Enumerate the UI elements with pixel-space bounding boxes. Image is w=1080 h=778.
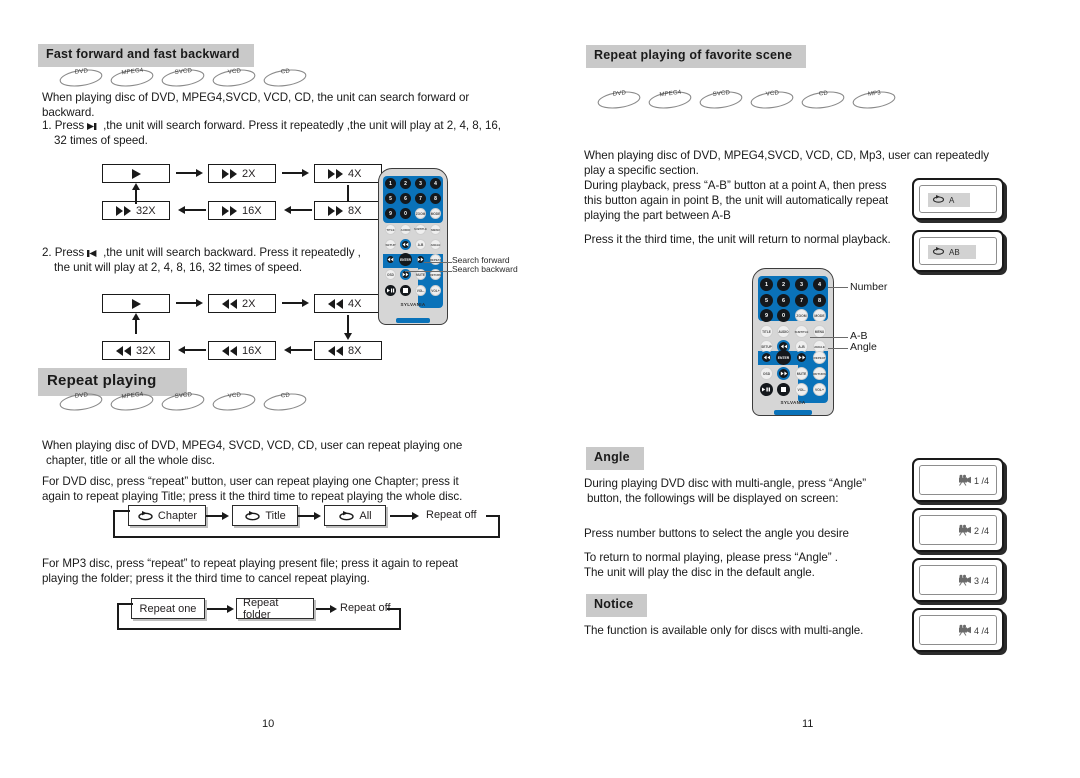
- osd-angle-label: 4 /4: [973, 626, 989, 636]
- favorite-paragraph-2-line1: During playback, press “A-B” button at a…: [584, 179, 887, 192]
- remote-key-6: 6: [777, 294, 790, 307]
- osd-screen-angle-1: 1 /4: [912, 458, 1004, 502]
- remote-key-mode: MODE: [813, 309, 826, 322]
- remote-key-9: 9: [760, 309, 773, 322]
- remote-brand-label: SYLVANIA: [780, 400, 806, 405]
- remote-key-zoom: ZOOM: [795, 309, 808, 322]
- remote-key-0: 0: [777, 309, 790, 322]
- cycle-label-repeat-off: Repeat off: [340, 602, 391, 614]
- osd-screen-repeat-a: A: [912, 178, 1004, 220]
- disc-badge-svcd: SVCD: [698, 90, 745, 110]
- right-page: Repeat playing of favorite scene DVD MPE…: [540, 0, 1080, 778]
- left-page: Fast forward and fast backward DVD MPEG4…: [0, 0, 540, 778]
- page-number-left: 10: [262, 718, 275, 730]
- remote-base: [774, 410, 812, 415]
- angle-paragraph-3-line1: To return to normal playing, please pres…: [584, 551, 838, 564]
- cycle-box-label: Repeat folder: [243, 596, 279, 621]
- repeat-loop-icon: [932, 195, 945, 205]
- section-heading-label: Angle: [586, 447, 644, 470]
- disc-badge-vcd: VCD: [749, 90, 796, 110]
- favorite-paragraph-3: Press it the third time, the unit will r…: [584, 233, 891, 246]
- osd-angle-1-indicator: 1 /4: [958, 474, 989, 488]
- callout-angle: Angle: [850, 341, 877, 353]
- remote-key-subtitle: SUBTITLE: [795, 325, 808, 338]
- callout-number: Number: [850, 281, 888, 293]
- section-heading-angle: Angle: [586, 447, 644, 470]
- camera-icon: [958, 624, 973, 638]
- remote-key-return: RETURN: [813, 367, 826, 380]
- osd-screen-angle-3: 3 /4: [912, 558, 1004, 602]
- remote-key-7: 7: [795, 294, 808, 307]
- osd-repeat-ab-label: AB: [949, 247, 960, 257]
- mp3-repeat-cycle-diagram: Repeat one Repeat folder Repeat off: [0, 0, 540, 778]
- osd-repeat-ab-indicator: AB: [928, 245, 976, 259]
- remote-key-rewind: [760, 351, 773, 364]
- favorite-paragraph-1: When playing disc of DVD, MPEG4,SVCD, VC…: [584, 148, 1004, 178]
- osd-repeat-a-indicator: A: [928, 193, 971, 207]
- disc-badge-row-favorite: DVD MPEG4 SVCD VCD CD MP3: [596, 90, 898, 110]
- callout-line-number: [828, 287, 848, 288]
- remote-key-audio: AUDIO: [777, 325, 790, 338]
- cycle-box-repeat-one: Repeat one: [131, 598, 205, 619]
- remote-key-3: 3: [795, 278, 808, 291]
- favorite-paragraph-2-line2: this button again in point B, the unit w…: [584, 194, 889, 207]
- disc-badge-dvd: DVD: [596, 90, 643, 110]
- angle-paragraph-1-line2: button, the followings will be displayed…: [587, 492, 839, 505]
- remote-key-volume-up: VOL+: [813, 383, 826, 396]
- osd-repeat-a-label: A: [949, 195, 955, 205]
- section-heading-label: Notice: [586, 594, 648, 617]
- callout-line-angle: [828, 348, 848, 349]
- angle-paragraph-3-line2: The unit will play the disc in the defau…: [584, 566, 815, 579]
- camera-icon: [958, 574, 973, 588]
- section-heading-label: Repeat playing of favorite scene: [586, 45, 807, 68]
- remote-key-stop: [777, 383, 790, 396]
- osd-angle-label: 2 /4: [973, 526, 989, 536]
- notice-text: The function is available only for discs…: [584, 624, 864, 637]
- osd-screen-angle-4: 4 /4: [912, 608, 1004, 652]
- remote-control-illustration-2: 1 2 3 4 5 6 7 8 9 0 ZOOM MODE TITLE AUDI…: [752, 268, 834, 416]
- favorite-paragraph-2: During playback, press “A-B” button at a…: [584, 178, 954, 223]
- remote-key-2: 2: [777, 278, 790, 291]
- remote-key-osd: OSD: [760, 367, 773, 380]
- favorite-paragraph-1-line2: play a specific section.: [584, 164, 699, 177]
- disc-badge-mp3: MP3: [851, 90, 898, 110]
- remote-key-5: 5: [760, 294, 773, 307]
- angle-paragraph-3: To return to normal playing, please pres…: [584, 550, 924, 580]
- remote-key-repeat: REPEAT: [813, 351, 826, 364]
- angle-paragraph-1-line1: During playing DVD disc with multi-angle…: [584, 477, 867, 490]
- osd-screen-repeat-ab: AB: [912, 230, 1004, 272]
- favorite-paragraph-1-line1: When playing disc of DVD, MPEG4,SVCD, VC…: [584, 149, 989, 162]
- remote-key-forward: [795, 351, 808, 364]
- osd-angle-label: 1 /4: [973, 476, 989, 486]
- remote-key-mute: MUTE: [795, 367, 808, 380]
- cycle-box-label: Repeat one: [139, 602, 197, 615]
- osd-angle-3-indicator: 3 /4: [958, 574, 989, 588]
- osd-angle-label: 3 /4: [973, 576, 989, 586]
- remote-key-4: 4: [813, 278, 826, 291]
- section-heading-notice: Notice: [586, 594, 648, 617]
- favorite-paragraph-2-line3: playing the part between A-B: [584, 209, 731, 222]
- section-heading-favorite-scene: Repeat playing of favorite scene: [586, 45, 807, 68]
- remote-key-enter: ENTER: [776, 350, 791, 365]
- cycle-box-repeat-folder: Repeat folder: [236, 596, 314, 621]
- osd-angle-2-indicator: 2 /4: [958, 524, 989, 538]
- repeat-loop-icon: [932, 247, 945, 257]
- manual-page-spread: Fast forward and fast backward DVD MPEG4…: [0, 0, 1080, 778]
- remote-key-1: 1: [760, 278, 773, 291]
- remote-key-play-pause: [760, 383, 773, 396]
- disc-badge-cd: CD: [800, 90, 847, 110]
- angle-paragraph-2: Press number buttons to select the angle…: [584, 527, 849, 540]
- remote-key-volume-down: VOL-: [795, 383, 808, 396]
- remote-key-title: TITLE: [760, 325, 773, 338]
- remote-key-next: [777, 367, 790, 380]
- camera-icon: [958, 474, 973, 488]
- osd-angle-4-indicator: 4 /4: [958, 624, 989, 638]
- angle-paragraph-1: During playing DVD disc with multi-angle…: [584, 476, 924, 506]
- disc-badge-mpeg4: MPEG4: [647, 90, 694, 110]
- page-number-right: 11: [802, 718, 814, 730]
- callout-line-ab: [810, 337, 848, 338]
- camera-icon: [958, 524, 973, 538]
- osd-screen-angle-2: 2 /4: [912, 508, 1004, 552]
- remote-key-8: 8: [813, 294, 826, 307]
